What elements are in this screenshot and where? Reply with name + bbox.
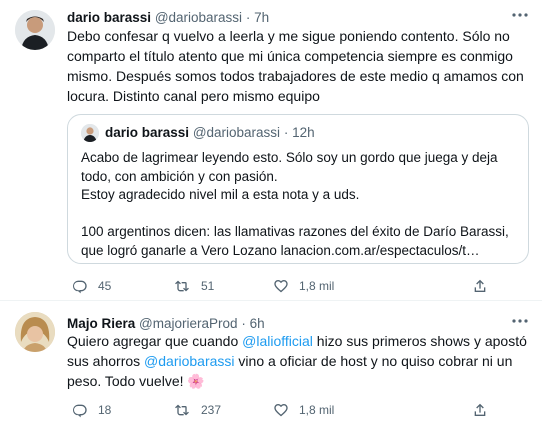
retweet-button[interactable]: 237 bbox=[175, 400, 221, 420]
quoted-author-handle: @dariobarassi bbox=[192, 125, 281, 140]
separator-dot: · bbox=[283, 125, 289, 140]
tweet-time[interactable]: 7h bbox=[254, 10, 269, 25]
tweet-time[interactable]: 6h bbox=[250, 316, 265, 331]
retweet-count: 237 bbox=[201, 403, 222, 417]
mention-link[interactable]: @dariobarassi bbox=[144, 353, 234, 369]
more-icon[interactable] bbox=[510, 8, 530, 24]
like-button[interactable]: 1,8 mil bbox=[273, 400, 334, 420]
heart-icon bbox=[274, 280, 288, 293]
quoted-paragraph: 100 argentinos dicen: las llamativas raz… bbox=[81, 224, 509, 258]
share-icon bbox=[474, 279, 486, 292]
retweet-icon bbox=[175, 404, 189, 416]
tweet[interactable]: dario barassi @dariobarassi · 7h Debo co… bbox=[0, 0, 542, 301]
tweet-header: dario barassi @dariobarassi · 7h bbox=[67, 10, 269, 25]
more-icon[interactable] bbox=[510, 314, 530, 330]
quoted-paragraph: Acabo de lagrimear leyendo esto. Sólo so… bbox=[81, 150, 498, 184]
tweet[interactable]: Majo Riera @majorieraProd · 6h Quiero ag… bbox=[0, 301, 542, 427]
like-button[interactable]: 1,8 mil bbox=[273, 276, 334, 296]
retweet-button[interactable]: 51 bbox=[175, 276, 214, 296]
flower-emoji: 🌸 bbox=[187, 373, 205, 389]
tweet-text: Quiero agregar que cuando @laliofficial … bbox=[67, 331, 529, 391]
share-button[interactable] bbox=[472, 400, 488, 420]
quoted-paragraph: Estoy agradecido nivel mil a esta nota y… bbox=[81, 187, 360, 202]
reply-icon bbox=[72, 280, 87, 294]
reply-icon bbox=[72, 404, 87, 418]
tweet-actions: 18 237 1,8 mil bbox=[67, 400, 537, 420]
share-button[interactable] bbox=[472, 276, 488, 296]
like-count: 1,8 mil bbox=[299, 279, 335, 293]
tweet-actions: 45 51 1,8 mil bbox=[67, 276, 537, 296]
author-avatar[interactable] bbox=[15, 10, 55, 50]
share-icon bbox=[474, 403, 486, 416]
reply-count: 45 bbox=[98, 279, 112, 293]
author-name[interactable]: dario barassi bbox=[67, 10, 151, 25]
retweet-icon bbox=[175, 280, 189, 292]
reply-count: 18 bbox=[98, 403, 112, 417]
reply-button[interactable]: 18 bbox=[72, 400, 111, 420]
quoted-tweet-time: 12h bbox=[292, 125, 315, 140]
text-segment: Quiero agregar que cuando bbox=[67, 333, 243, 349]
quoted-tweet-text: Acabo de lagrimear leyendo esto. Sólo so… bbox=[81, 149, 519, 260]
quoted-tweet-header: dario barassi @dariobarassi · 12h bbox=[105, 125, 315, 140]
like-count: 1,8 mil bbox=[299, 403, 335, 417]
quoted-author-avatar bbox=[81, 124, 99, 142]
reply-button[interactable]: 45 bbox=[72, 276, 111, 296]
tweet-header: Majo Riera @majorieraProd · 6h bbox=[67, 316, 265, 331]
author-avatar[interactable] bbox=[15, 312, 55, 352]
separator-dot: · bbox=[241, 316, 246, 331]
retweet-count: 51 bbox=[201, 279, 215, 293]
heart-icon bbox=[274, 404, 288, 417]
tweet-text: Debo confesar q vuelvo a leerla y me sig… bbox=[67, 28, 524, 104]
author-name[interactable]: Majo Riera bbox=[67, 316, 135, 331]
mention-link[interactable]: @laliofficial bbox=[242, 333, 313, 349]
author-handle[interactable]: @dariobarassi bbox=[155, 10, 242, 25]
author-handle[interactable]: @majorieraProd bbox=[139, 316, 238, 331]
quoted-author-name: dario barassi bbox=[105, 125, 190, 140]
separator-dot: · bbox=[245, 10, 251, 25]
quoted-tweet[interactable]: dario barassi @dariobarassi · 12h Acabo … bbox=[67, 114, 529, 264]
